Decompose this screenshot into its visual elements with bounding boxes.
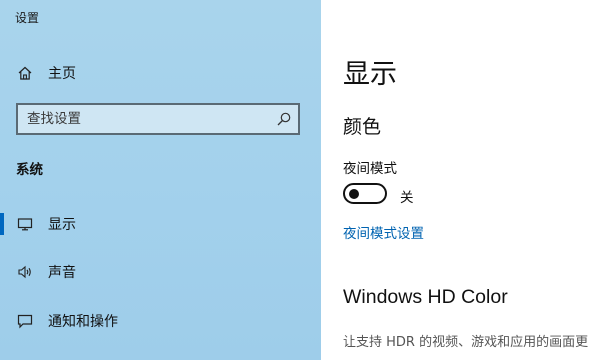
- hd-color-description: 让支持 HDR 的视频、游戏和应用的画面更: [343, 335, 589, 350]
- search-box[interactable]: [16, 103, 300, 135]
- sidebar-item-home[interactable]: 主页: [0, 59, 321, 87]
- page-title: 显示: [343, 59, 397, 90]
- app-title: 设置: [15, 11, 40, 25]
- night-light-state: 关: [400, 190, 414, 206]
- color-section-heading: 颜色: [343, 116, 382, 138]
- sidebar-item-label: 声音: [48, 265, 76, 281]
- sidebar-item-label: 通知和操作: [48, 314, 118, 330]
- speaker-icon: [16, 263, 34, 281]
- search-icon[interactable]: [276, 111, 292, 127]
- main-content: 显示 颜色 夜间模式 关 夜间模式设置 Windows HD Color 让支持…: [321, 0, 597, 360]
- section-title: 系统: [16, 162, 43, 178]
- settings-window: 设置 主页 系统: [0, 0, 597, 360]
- notification-icon: [16, 312, 34, 330]
- home-icon: [16, 64, 34, 82]
- sidebar-item-display[interactable]: 显示: [0, 210, 321, 238]
- search-input[interactable]: [27, 111, 267, 127]
- sidebar-item-notifications[interactable]: 通知和操作: [0, 307, 321, 335]
- toggle-knob: [349, 188, 359, 199]
- night-light-toggle[interactable]: [343, 183, 387, 204]
- monitor-icon: [16, 215, 34, 233]
- sidebar-item-sound[interactable]: 声音: [0, 258, 321, 286]
- night-light-settings-link[interactable]: 夜间模式设置: [343, 222, 424, 242]
- hd-color-heading: Windows HD Color: [343, 286, 508, 308]
- sidebar-item-label: 显示: [48, 217, 76, 233]
- sidebar-item-label: 主页: [48, 66, 76, 82]
- sidebar: 设置 主页 系统: [0, 0, 321, 360]
- night-light-label: 夜间模式: [343, 161, 397, 177]
